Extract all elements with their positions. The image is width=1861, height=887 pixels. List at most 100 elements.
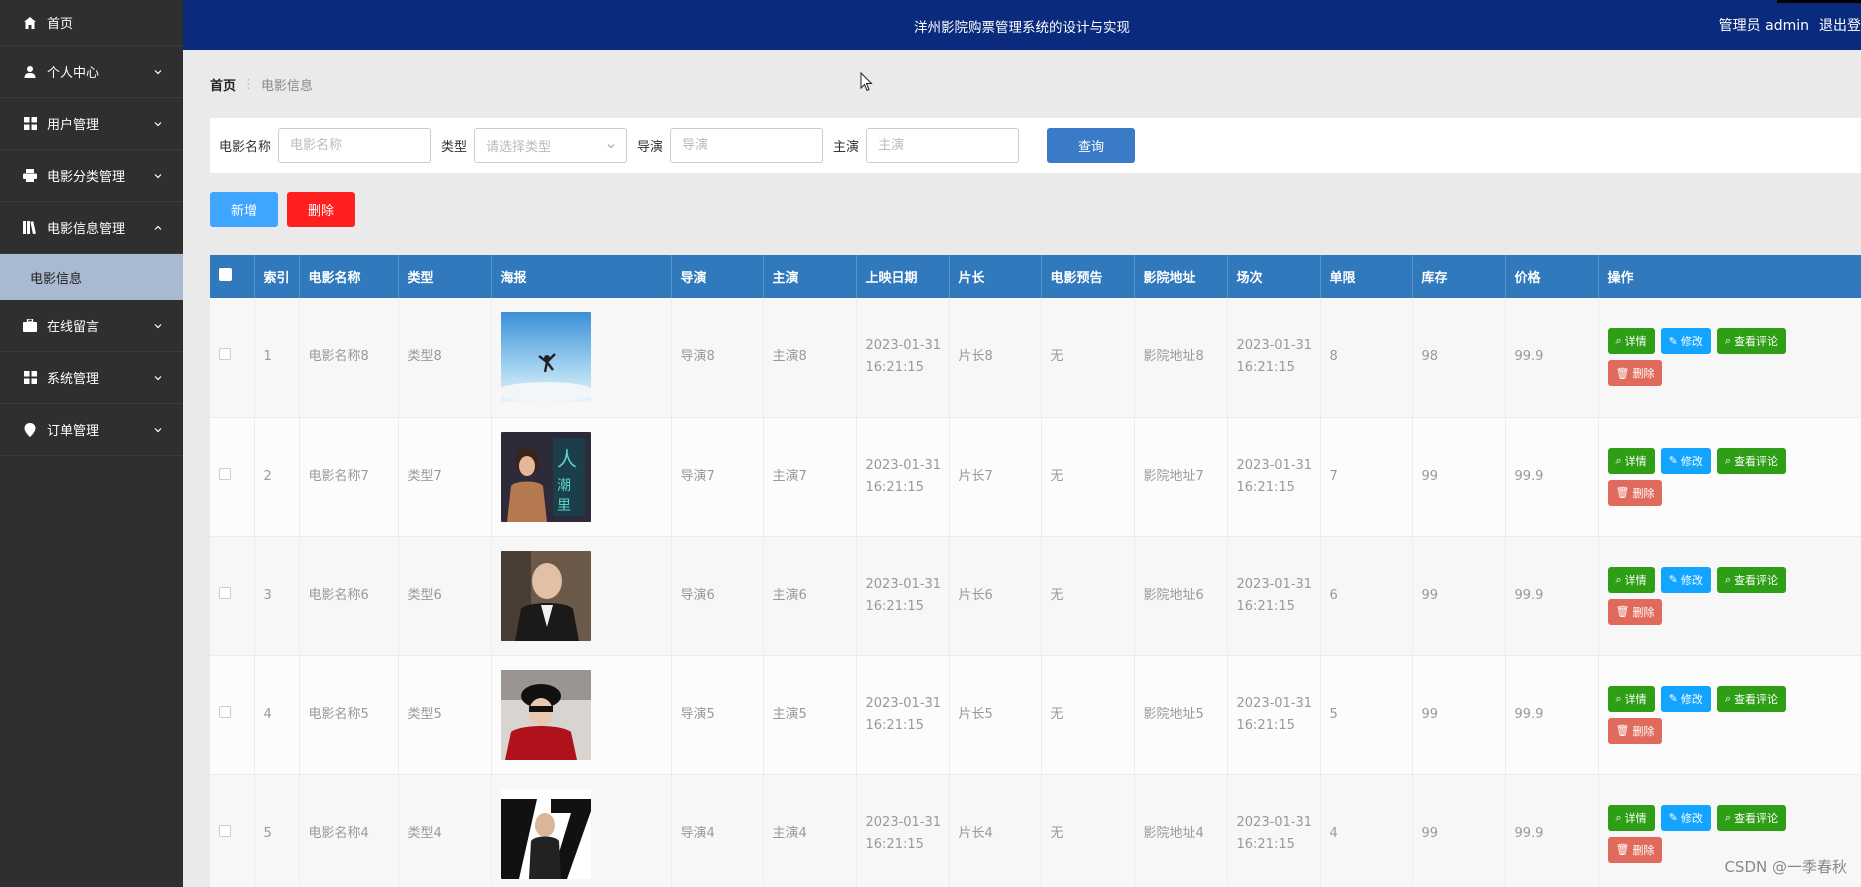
cell-limit: 7 xyxy=(1320,417,1413,537)
select-all-checkbox[interactable] xyxy=(219,268,232,281)
detail-label: 详情 xyxy=(1624,692,1647,706)
delete-button[interactable]: 🗑 删除 xyxy=(1607,479,1663,506)
svg-text:潮: 潮 xyxy=(557,478,571,494)
actor-label: 主演 xyxy=(833,140,860,155)
cell-length: 片长8 xyxy=(949,298,1042,418)
session-time: 16:21:15 xyxy=(1236,598,1295,614)
view-reviews-button[interactable]: ⌕ 查看评论 xyxy=(1716,685,1787,712)
sidebar-item-messages[interactable]: 在线留言 xyxy=(0,300,183,352)
sidebar-item-movie-info[interactable]: 电影信息管理 xyxy=(0,202,183,254)
detail-button[interactable]: ⌕ 详情 xyxy=(1607,566,1655,593)
sidebar-item-label: 订单管理 xyxy=(47,424,100,439)
delete-button[interactable]: 🗑 删除 xyxy=(1607,360,1663,387)
grid-icon xyxy=(22,370,38,386)
cell-stock: 99 xyxy=(1412,774,1506,887)
row-select-cell[interactable] xyxy=(210,655,255,775)
sidebar-item-personal[interactable]: 个人中心 xyxy=(0,46,183,98)
cell-release-date: 2023-01-31 16:21:15 xyxy=(856,298,950,418)
cell-stock: 99 xyxy=(1412,536,1506,656)
release-time: 16:21:15 xyxy=(865,598,924,614)
cell-price: 99.9 xyxy=(1505,536,1599,656)
detail-button[interactable]: ⌕ 详情 xyxy=(1607,447,1655,474)
chevron-up-icon xyxy=(154,225,162,230)
header-user-area: 管理员 admin 退出登 xyxy=(1719,15,1861,35)
delete-button[interactable]: 🗑 删除 xyxy=(1607,717,1663,744)
cell-poster xyxy=(491,655,672,775)
view-reviews-button[interactable]: ⌕ 查看评论 xyxy=(1716,804,1787,831)
header-session: 场次 xyxy=(1227,255,1321,298)
sidebar-item-label: 在线留言 xyxy=(47,320,100,335)
cell-index: 1 xyxy=(254,298,300,418)
detail-button[interactable]: ⌕ 详情 xyxy=(1607,685,1655,712)
edit-label: 修改 xyxy=(1680,454,1703,468)
cell-movie-name: 电影名称4 xyxy=(299,774,399,887)
poster-image[interactable] xyxy=(500,788,591,879)
sidebar-item-users[interactable]: 用户管理 xyxy=(0,98,183,150)
sidebar-subitem-movie-info[interactable]: 电影信息 xyxy=(0,254,183,300)
detail-button[interactable]: ⌕ 详情 xyxy=(1607,328,1655,355)
breadcrumb-home[interactable]: 首页 xyxy=(210,75,236,94)
row-select-cell[interactable] xyxy=(210,417,255,537)
trash-icon: 🗑 xyxy=(1615,486,1630,499)
add-button[interactable]: 新增 xyxy=(210,192,278,227)
view-reviews-button[interactable]: ⌕ 查看评论 xyxy=(1716,566,1787,593)
cell-address: 影院地址6 xyxy=(1134,536,1228,656)
release-date: 2023-01-31 xyxy=(865,457,942,473)
cell-director: 导演8 xyxy=(671,298,764,418)
logout-link[interactable]: 退出登 xyxy=(1819,15,1861,35)
edit-button[interactable]: ✎ 修改 xyxy=(1660,447,1711,474)
query-button[interactable]: 查询 xyxy=(1047,128,1136,163)
sidebar-item-home[interactable]: 首页 xyxy=(0,0,183,46)
row-checkbox[interactable] xyxy=(219,824,231,837)
detail-button[interactable]: ⌕ 详情 xyxy=(1607,804,1655,831)
sidebar-item-label: 系统管理 xyxy=(47,372,100,387)
poster-image[interactable] xyxy=(500,550,591,641)
actor-input[interactable] xyxy=(866,128,1020,163)
edit-button[interactable]: ✎ 修改 xyxy=(1660,804,1711,831)
director-input[interactable] xyxy=(670,128,824,163)
row-select-cell[interactable] xyxy=(210,298,255,418)
delete-button[interactable]: 🗑 删除 xyxy=(1607,836,1663,863)
poster-image[interactable] xyxy=(500,312,591,403)
breadcrumb-current: 电影信息 xyxy=(261,79,314,94)
header-address: 影院地址 xyxy=(1134,255,1228,298)
type-select[interactable]: 请选择类型 xyxy=(474,128,628,163)
cell-session: 2023-01-31 16:21:15 xyxy=(1227,774,1321,887)
search-icon: ⌕ xyxy=(1724,453,1732,467)
edit-button[interactable]: ✎ 修改 xyxy=(1660,328,1711,355)
pencil-icon: ✎ xyxy=(1668,573,1678,586)
edit-button[interactable]: ✎ 修改 xyxy=(1660,685,1711,712)
row-checkbox[interactable] xyxy=(219,586,231,599)
edit-label: 修改 xyxy=(1680,692,1703,706)
poster-image[interactable] xyxy=(500,669,591,760)
sidebar-item-category[interactable]: 电影分类管理 xyxy=(0,150,183,202)
cell-price: 99.9 xyxy=(1505,774,1599,887)
detail-label: 详情 xyxy=(1624,454,1647,468)
sidebar-item-orders[interactable]: 订单管理 xyxy=(0,404,183,456)
sidebar-item-system[interactable]: 系统管理 xyxy=(0,352,183,404)
row-actions: ⌕ 详情 ✎ 修改 ⌕ 查看评论 🗑 删除 xyxy=(1607,328,1838,387)
pencil-icon: ✎ xyxy=(1668,454,1678,467)
edit-button[interactable]: ✎ 修改 xyxy=(1660,566,1711,593)
printer-icon xyxy=(22,168,38,184)
movie-name-input[interactable] xyxy=(278,128,432,163)
cell-actor: 主演5 xyxy=(763,655,857,775)
view-reviews-button[interactable]: ⌕ 查看评论 xyxy=(1716,328,1787,355)
view-reviews-button[interactable]: ⌕ 查看评论 xyxy=(1716,447,1787,474)
table-row: 1 电影名称8 类型8 导演8 主演8 2023-01-31 16:21:15 片… xyxy=(210,298,1861,418)
batch-delete-button[interactable]: 删除 xyxy=(287,192,355,227)
cell-type: 类型7 xyxy=(398,417,492,537)
admin-username: 管理员 admin xyxy=(1718,18,1809,34)
trash-icon: 🗑 xyxy=(1615,724,1630,737)
cell-trailer: 无 xyxy=(1041,536,1135,656)
type-select-placeholder: 请选择类型 xyxy=(486,140,552,155)
row-checkbox[interactable] xyxy=(219,467,231,480)
row-checkbox[interactable] xyxy=(219,348,231,361)
delete-button[interactable]: 🗑 删除 xyxy=(1607,598,1663,625)
row-select-cell[interactable] xyxy=(210,536,255,656)
cell-address: 影院地址7 xyxy=(1134,417,1228,537)
row-select-cell[interactable] xyxy=(210,774,255,887)
header-select-all[interactable] xyxy=(210,255,255,298)
poster-image[interactable]: 人 潮 里 xyxy=(500,431,591,522)
row-checkbox[interactable] xyxy=(219,705,231,718)
